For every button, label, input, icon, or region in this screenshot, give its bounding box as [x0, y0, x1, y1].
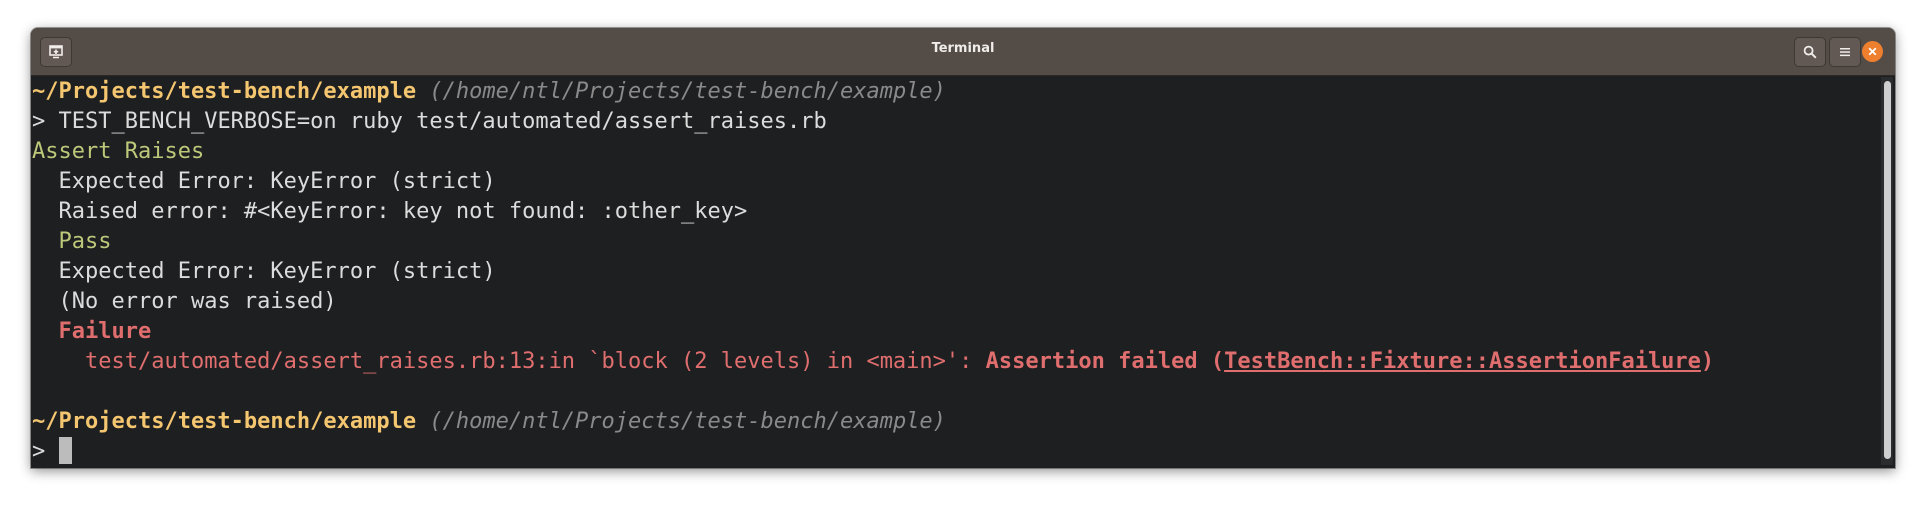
title-bar: Terminal: [31, 28, 1895, 76]
search-button[interactable]: [1794, 37, 1826, 67]
window-title: Terminal: [931, 41, 995, 56]
output-line: Failure: [32, 317, 1878, 347]
prompt-full-path: (/home/ntl/Projects/test-bench/example): [429, 79, 946, 104]
terminal-output[interactable]: ~/Projects/test-bench/example (/home/ntl…: [32, 77, 1878, 465]
assertion-failed-text: Assertion failed: [985, 349, 1198, 374]
command-text: TEST_BENCH_VERBOSE=on ruby test/automate…: [58, 109, 827, 134]
scrollbar[interactable]: [1881, 77, 1893, 465]
close-button[interactable]: [1862, 41, 1883, 62]
search-icon: [1803, 45, 1817, 59]
prompt-directory: ~/Projects/test-bench/example: [32, 409, 417, 434]
close-paren: ): [1700, 349, 1715, 374]
output-line: Expected Error: KeyError (strict): [32, 257, 1878, 287]
output-line: Pass: [32, 227, 1878, 257]
failure-class-name: TestBench::Fixture::AssertionFailure: [1224, 349, 1701, 374]
pass-status: Pass: [58, 229, 112, 254]
raised-error-text: Raised error: #<KeyError: key not found:…: [58, 199, 748, 224]
menu-button[interactable]: [1829, 37, 1861, 67]
command-line: > TEST_BENCH_VERBOSE=on ruby test/automa…: [32, 107, 1878, 137]
hamburger-menu-icon: [1839, 46, 1851, 58]
expected-error-text: Expected Error: KeyError (strict): [58, 259, 496, 284]
scrollbar-thumb[interactable]: [1884, 81, 1891, 459]
no-error-text: (No error was raised): [58, 289, 337, 314]
prompt-symbol: >: [32, 109, 46, 134]
context-title: Assert Raises: [32, 139, 205, 164]
backtrace-location: test/automated/assert_raises.rb:13:in `b…: [84, 349, 973, 374]
expected-error-text: Expected Error: KeyError (strict): [58, 169, 496, 194]
prompt-directory: ~/Projects/test-bench/example: [32, 79, 417, 104]
output-line: Expected Error: KeyError (strict): [32, 167, 1878, 197]
prompt-line: ~/Projects/test-bench/example (/home/ntl…: [32, 407, 1878, 437]
open-paren: (: [1210, 349, 1225, 374]
input-line[interactable]: >: [32, 437, 1878, 467]
prompt-line: ~/Projects/test-bench/example (/home/ntl…: [32, 77, 1878, 107]
failure-status: Failure: [58, 319, 152, 344]
output-line: (No error was raised): [32, 287, 1878, 317]
output-line: Raised error: #<KeyError: key not found:…: [32, 197, 1878, 227]
text-cursor: [58, 437, 72, 464]
prompt-full-path: (/home/ntl/Projects/test-bench/example): [429, 409, 946, 434]
prompt-symbol: >: [32, 439, 46, 464]
close-icon: [1868, 43, 1877, 61]
terminal-window: Terminal ~/Projects/test-bench/example (…: [31, 28, 1895, 468]
backtrace-line: test/automated/assert_raises.rb:13:in `b…: [32, 347, 1878, 377]
